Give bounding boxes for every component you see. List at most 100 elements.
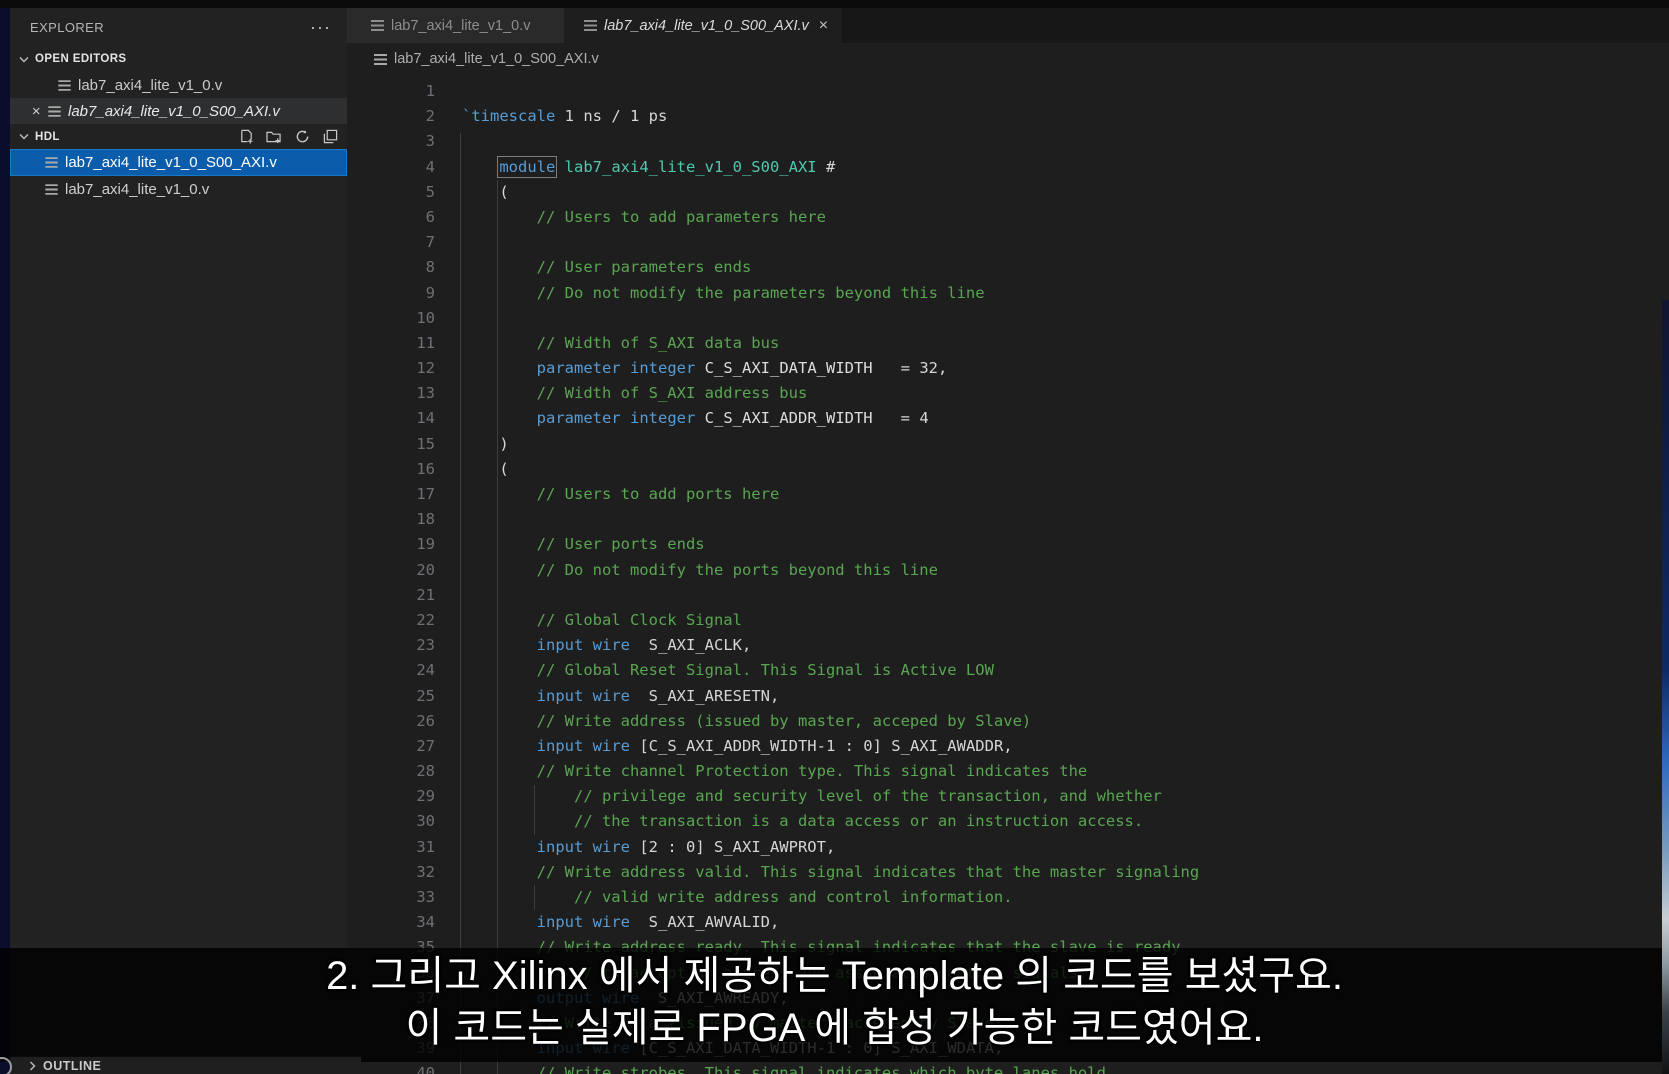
code-text: input wire S_AXI_AWVALID, [536,913,780,932]
outline-label: OUTLINE [43,1059,102,1073]
code-line[interactable]: 21 [347,583,1669,608]
activity-bar-sliver [0,8,10,1074]
more-actions-icon[interactable]: ··· [310,18,331,36]
code-editor[interactable]: 1 2 `timescale 1 ns / 1 ps 3 4 module lab7_a… [347,75,1669,1074]
line-number: 6 [425,207,435,226]
code-text: `timescale 1 ns / 1 ps [462,107,668,126]
collapse-all-icon[interactable] [321,128,339,146]
code-line[interactable]: 22 // Global Clock Signal [347,608,1669,633]
explorer-title: EXPLORER [30,19,105,35]
code-line[interactable]: 18 [347,507,1669,532]
line-number: 9 [425,283,435,302]
code-text: // Width of S_AXI data bus [536,333,780,352]
code-line[interactable]: 33 // valid write address and control in… [347,885,1669,910]
code-line[interactable]: 25 input wire S_AXI_ARESETN, [347,684,1669,709]
code-text: input wire [2 : 0] S_AXI_AWPROT, [536,837,836,856]
hdl-section-header[interactable]: HDL [10,124,347,149]
hdl-file-item-selected[interactable]: lab7_axi4_lite_v1_0_S00_AXI.v [10,149,347,176]
code-text: ) [462,434,509,453]
code-line[interactable]: 23 input wire S_AXI_ACLK, [347,633,1669,658]
code-line[interactable]: 1 [347,79,1669,104]
code-line[interactable]: 34 input wire S_AXI_AWVALID, [347,910,1669,935]
tab-2[interactable]: lab7_axi4_lite_v1_0_S00_AXI.v × [564,8,843,43]
close-icon[interactable]: × [819,17,828,35]
vscode-window: EXPLORER ··· OPEN EDITORS lab7_axi4_lite… [0,0,1669,1074]
code-text: // Write channel Protection type. This s… [536,762,1088,781]
code-line[interactable]: 28 // Write channel Protection type. Thi… [347,759,1669,784]
line-number: 7 [425,233,435,252]
file-label: lab7_axi4_lite_v1_0_S00_AXI.v [68,102,280,120]
tab-1[interactable]: lab7_axi4_lite_v1_0.v [347,8,564,43]
file-icon [45,157,58,168]
code-line[interactable]: 19 // User ports ends [347,532,1669,557]
code-line[interactable]: 12 parameter integer C_S_AXI_DATA_WIDTH … [347,356,1669,381]
code-text: // Write address (issued by master, acce… [536,711,1032,730]
code-text: // User ports ends [536,535,705,554]
file-icon [48,105,61,117]
outline-section-header[interactable]: OUTLINE [10,1056,361,1074]
code-line[interactable]: 29 // privilege and security level of th… [347,784,1669,809]
file-label: lab7_axi4_lite_v1_0.v [78,76,223,94]
line-number: 3 [425,132,435,151]
hdl-actions [237,128,347,146]
file-icon [58,79,71,91]
line-number: 4 [425,157,435,176]
code-text: input wire [C_S_AXI_ADDR_WIDTH-1 : 0] S_… [536,736,1013,755]
code-line[interactable]: 7 [347,230,1669,255]
new-folder-icon[interactable] [265,128,283,146]
code-line[interactable]: 26 // Write address (issued by master, a… [347,709,1669,734]
line-number: 15 [416,434,435,453]
line-number: 24 [416,661,435,680]
code-line[interactable]: 30 // the transaction is a data access o… [347,809,1669,834]
line-number: 33 [416,888,435,906]
line-number: 28 [416,762,435,781]
webcam-overlay-edge [1662,300,1669,1074]
line-number: 16 [416,459,435,478]
code-line[interactable]: 2 `timescale 1 ns / 1 ps [347,104,1669,129]
code-text: parameter integer C_S_AXI_DATA_WIDTH = 3… [536,359,948,378]
open-editor-item[interactable]: × lab7_axi4_lite_v1_0_S00_AXI.v [10,98,347,124]
explorer-sidebar: EXPLORER ··· OPEN EDITORS lab7_axi4_lite… [10,8,347,1074]
line-number: 20 [416,560,435,579]
code-text: // the transaction is a data access or a… [573,812,1144,831]
breadcrumb[interactable]: lab7_axi4_lite_v1_0_S00_AXI.v [347,43,1669,75]
open-editors-section-header[interactable]: OPEN EDITORS [10,46,347,72]
code-line[interactable]: 15 ) [347,432,1669,457]
hdl-file-item[interactable]: lab7_axi4_lite_v1_0.v [10,176,347,202]
code-line[interactable]: 5 ( [347,180,1669,205]
code-line[interactable]: 16 ( [347,457,1669,482]
line-number: 1 [425,82,435,100]
code-line[interactable]: 4 module lab7_axi4_lite_v1_0_S00_AXI # [347,155,1669,180]
code-text: // Users to add parameters here [536,207,826,226]
line-number: 26 [416,711,435,730]
code-line[interactable]: 31 input wire [2 : 0] S_AXI_AWPROT, [347,835,1669,860]
code-text: // valid write address and control infor… [573,888,1013,906]
line-number: 8 [425,258,435,277]
line-number: 21 [416,585,435,604]
file-label: lab7_axi4_lite_v1_0.v [65,180,210,198]
file-icon [45,183,58,195]
code-line[interactable]: 11 // Width of S_AXI data bus [347,331,1669,356]
code-line[interactable]: 32 // Write address valid. This signal i… [347,860,1669,885]
code-line[interactable]: 20 // Do not modify the ports beyond thi… [347,558,1669,583]
code-line[interactable]: 14 parameter integer C_S_AXI_ADDR_WIDTH … [347,406,1669,431]
line-number: 12 [416,359,435,378]
code-line[interactable]: 9 // Do not modify the parameters beyond… [347,281,1669,306]
code-line[interactable]: 24 // Global Reset Signal. This Signal i… [347,658,1669,683]
close-icon[interactable]: × [28,103,44,120]
new-file-icon[interactable] [237,128,255,146]
code-line[interactable]: 10 [347,306,1669,331]
code-line[interactable]: 27 input wire [C_S_AXI_ADDR_WIDTH-1 : 0]… [347,734,1669,759]
code-line[interactable]: 8 // User parameters ends [347,255,1669,280]
code-text: // Width of S_AXI address bus [536,384,808,403]
chevron-down-icon [16,129,32,145]
refresh-icon[interactable] [293,128,311,146]
line-number: 22 [416,610,435,629]
code-line[interactable]: 3 [347,129,1669,154]
code-line[interactable]: 13 // Width of S_AXI address bus [347,381,1669,406]
line-number: 27 [416,736,435,755]
code-line[interactable]: 6 // Users to add parameters here [347,205,1669,230]
code-line[interactable]: 17 // Users to add ports here [347,482,1669,507]
open-editor-item[interactable]: lab7_axi4_lite_v1_0.v [10,72,347,98]
code-line[interactable]: 40 // Write strobes. This signal indicat… [347,1061,1669,1074]
